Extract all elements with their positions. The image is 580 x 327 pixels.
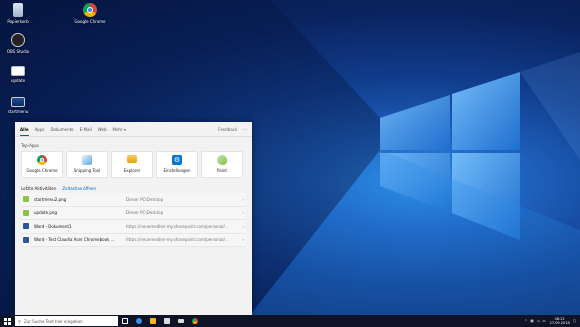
mail-icon xyxy=(178,319,184,323)
top-app-paint[interactable]: Paint xyxy=(201,151,243,178)
search-placeholder: Zur Suche Text hier eingeben xyxy=(23,318,83,324)
paint-palette-icon xyxy=(217,155,227,165)
recent-activity-heading: Letzte Aktivitäten xyxy=(21,186,57,191)
scissors-icon xyxy=(82,155,92,165)
top-app-label: Paint xyxy=(217,168,227,173)
store-bag-icon xyxy=(164,318,170,324)
network-icon[interactable]: ▦ xyxy=(530,319,533,323)
notifications-icon[interactable]: ▢ xyxy=(573,319,576,323)
top-app-explorer[interactable]: Explorer xyxy=(111,151,153,178)
recent-item-name: Word - Test Claudia Acer Chromebook ... xyxy=(34,237,115,243)
recent-activity-header: Letzte Aktivitäten Zeitachse öffnen xyxy=(15,178,252,193)
image-file-icon xyxy=(23,209,29,216)
desktop-icon-label: Papierkorb xyxy=(7,19,29,24)
feedback-link[interactable]: Feedback xyxy=(218,127,237,132)
desktop-icon-update[interactable]: update xyxy=(0,66,36,83)
top-app-google-chrome[interactable]: Google Chrome xyxy=(21,151,63,178)
start-button[interactable] xyxy=(0,315,14,327)
image-file-icon xyxy=(11,97,25,107)
top-app-label: Google Chrome xyxy=(26,168,58,173)
chevron-right-icon[interactable]: › xyxy=(238,224,244,229)
taskbar-store[interactable] xyxy=(160,315,174,327)
volume-icon[interactable]: ◁ xyxy=(537,319,540,323)
recycle-bin-icon xyxy=(13,3,23,17)
taskbar-explorer[interactable] xyxy=(146,315,160,327)
desktop-icon-startmenu[interactable]: startmenu xyxy=(0,97,36,114)
recent-item-name: update.png xyxy=(34,210,57,216)
keyboard-icon[interactable]: ▭ xyxy=(542,319,545,323)
top-apps-list: Google Chrome Snipping Tool Explorer ⚙ E… xyxy=(15,151,252,178)
chrome-icon xyxy=(37,155,47,165)
recent-item-location: Dieser PC\Desktop xyxy=(126,210,164,216)
recent-item[interactable]: Word - Dokument1 https://neuemedien-my.s… xyxy=(21,220,246,234)
image-file-icon xyxy=(23,196,29,203)
clock[interactable]: 08:22 27.09.2018 xyxy=(550,317,570,325)
desktop-icon-obs-studio[interactable]: OBS Studio xyxy=(0,33,36,54)
tab-email[interactable]: E-Mail xyxy=(80,123,92,135)
top-app-snipping-tool[interactable]: Snipping Tool xyxy=(66,151,108,178)
recent-item-location: https://neuemedien-my.sharepoint.com/per… xyxy=(126,237,229,243)
chevron-right-icon[interactable]: › xyxy=(238,237,244,242)
recent-item-name: startmenu2.png xyxy=(34,196,67,202)
taskbar-mail[interactable] xyxy=(174,315,188,327)
search-icon: ⚲ xyxy=(18,318,21,324)
taskbar: ⚲ Zur Suche Text hier eingeben ^ ▦ ◁ ▭ 0… xyxy=(0,315,580,327)
task-view-icon xyxy=(122,318,128,324)
clock-date: 27.09.2018 xyxy=(549,321,570,325)
top-app-label: Explorer xyxy=(123,168,141,173)
word-icon xyxy=(23,223,29,230)
taskbar-search-box[interactable]: ⚲ Zur Suche Text hier eingeben xyxy=(15,316,118,326)
windows-logo-icon xyxy=(3,317,11,325)
desktop-icon-google-chrome[interactable]: Google Chrome xyxy=(72,3,108,24)
desktop-icon-label: startmenu xyxy=(7,109,29,114)
desktop-icon-recycle-bin[interactable]: Papierkorb xyxy=(0,3,36,24)
edge-icon xyxy=(136,318,142,324)
word-icon xyxy=(23,236,29,243)
taskbar-chrome[interactable] xyxy=(188,315,202,327)
top-apps-heading: Top-Apps xyxy=(21,143,40,148)
chrome-icon xyxy=(192,318,198,324)
more-options-button[interactable]: ··· xyxy=(243,127,247,132)
taskbar-edge[interactable] xyxy=(132,315,146,327)
desktop-icon-label: Google Chrome xyxy=(74,19,106,24)
start-search-panel: Alle Apps Dokumente E-Mail Web Mehr ▾ Fe… xyxy=(15,122,252,315)
task-view-button[interactable] xyxy=(118,315,132,327)
tab-all[interactable]: Alle xyxy=(20,123,29,136)
tab-web[interactable]: Web xyxy=(98,123,107,135)
chevron-right-icon[interactable]: › xyxy=(238,197,244,202)
tab-documents[interactable]: Dokumente xyxy=(50,123,73,135)
obs-icon xyxy=(11,33,25,47)
open-timeline-link[interactable]: Zeitachse öffnen xyxy=(62,186,96,191)
top-app-label: Snipping Tool xyxy=(73,168,101,173)
recent-item-location: Dieser PC\Desktop xyxy=(126,196,164,202)
search-scope-tabs: Alle Apps Dokumente E-Mail Web Mehr ▾ Fe… xyxy=(15,122,252,137)
image-file-icon xyxy=(11,66,25,76)
chevron-up-icon[interactable]: ^ xyxy=(524,319,527,323)
system-tray: ^ ▦ ◁ ▭ 08:22 27.09.2018 ▢ xyxy=(521,317,580,325)
tab-more-dropdown[interactable]: Mehr ▾ xyxy=(113,123,126,135)
gear-icon: ⚙ xyxy=(172,155,182,165)
folder-icon xyxy=(150,318,156,324)
chrome-icon xyxy=(83,3,97,17)
desktop-icon-label: update xyxy=(10,78,26,83)
recent-item[interactable]: Word - Test Claudia Acer Chromebook ... … xyxy=(21,233,246,247)
chevron-right-icon[interactable]: › xyxy=(238,210,244,215)
desktop-icon-label: OBS Studio xyxy=(6,49,30,54)
top-app-settings[interactable]: ⚙ Einstellungen xyxy=(156,151,198,178)
recent-item[interactable]: update.png Dieser PC\Desktop › xyxy=(21,206,246,220)
recent-item[interactable]: startmenu2.png Dieser PC\Desktop › xyxy=(21,193,246,207)
recent-item-location: https://neuemedien-my.sharepoint.com/per… xyxy=(126,223,229,229)
folder-icon xyxy=(127,155,137,163)
tab-apps[interactable]: Apps xyxy=(35,123,45,135)
top-app-label: Einstellungen xyxy=(163,168,191,173)
recent-item-name: Word - Dokument1 xyxy=(34,223,72,229)
